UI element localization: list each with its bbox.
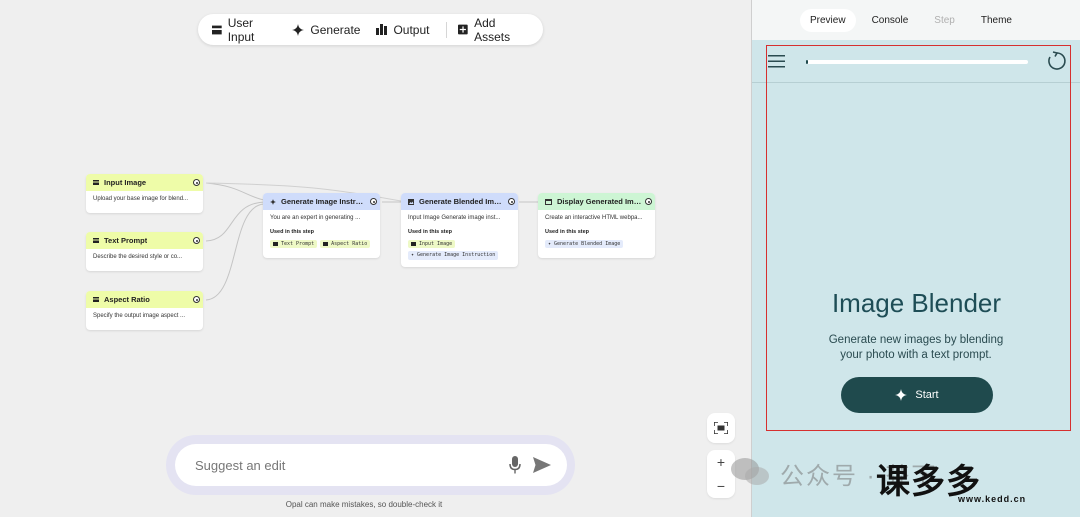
output-port[interactable] (508, 198, 515, 205)
user-input-icon (93, 180, 99, 185)
user-input-icon (93, 297, 99, 302)
start-button[interactable]: Start (841, 377, 993, 413)
chip[interactable]: ✦ Generate Image Instruction (408, 251, 499, 260)
app-subtitle: Generate new images by blending your pho… (828, 334, 1004, 361)
used-in-step-label: Used in this step (408, 228, 453, 235)
chip-list: ✦ Generate Blended Image (545, 239, 648, 249)
image-icon (408, 198, 414, 205)
chip-list: Text Prompt Aspect Ratio (270, 239, 373, 249)
sparkle-icon: ✦ (548, 240, 552, 247)
node-title: Display Generated Image in ... (557, 197, 643, 206)
node-description: You are an expert in generating ... (270, 215, 361, 221)
output-port[interactable] (370, 198, 377, 205)
tab-step[interactable]: Step (924, 9, 965, 32)
node-aspect-ratio[interactable]: Aspect Ratio Specify the output image as… (86, 291, 203, 330)
output-port[interactable] (193, 296, 200, 303)
watermark: 公众号 · 芥下 课多多 www.kedd.cn (730, 450, 1080, 510)
node-generate-image-instruction[interactable]: Generate Image Instruction You are an ex… (263, 193, 380, 258)
watermark-url: www.kedd.cn (958, 494, 1027, 504)
chip-label: Aspect Ratio (331, 240, 368, 247)
node-description: Specify the output image aspect ... (93, 313, 186, 319)
node-header: Generate Image Instruction (263, 193, 380, 210)
tab-list: Preview Console Step Theme (800, 9, 1028, 32)
progress-fill (806, 60, 809, 64)
node-header: Generate Blended Image (401, 193, 518, 210)
node-display-generated-image[interactable]: Display Generated Image in ... Create an… (538, 193, 655, 258)
chip[interactable]: Input Image (408, 239, 456, 249)
node-body: You are an expert in generating ... Used… (263, 210, 380, 253)
node-title: Text Prompt (104, 236, 148, 245)
menu-icon[interactable] (768, 55, 785, 68)
web-icon (545, 198, 552, 205)
progress-bar (806, 60, 1028, 64)
node-title: Generate Blended Image (419, 197, 505, 206)
sparkle-icon (895, 389, 908, 401)
used-in-step-label: Used in this step (545, 228, 590, 235)
node-input-image[interactable]: Input Image Upload your base image for b… (86, 174, 203, 213)
node-title: Input Image (104, 178, 147, 187)
send-icon[interactable] (533, 457, 551, 473)
node-header: Text Prompt (86, 232, 203, 249)
app-title: Image Blender (831, 288, 1002, 318)
node-description: Upload your base image for blend... (93, 196, 189, 202)
chip-label: Generate Blended Image (554, 240, 621, 247)
tab-theme[interactable]: Theme (971, 9, 1022, 32)
chip-label: Text Prompt (281, 240, 315, 247)
used-in-step-label: Used in this step (270, 228, 315, 235)
node-description: Create an interactive HTML webpa... (545, 215, 643, 221)
chip[interactable]: Text Prompt (270, 239, 318, 249)
sparkle-icon: ✦ (411, 252, 415, 259)
suggest-input[interactable] (193, 456, 497, 474)
suggest-bar (175, 444, 567, 486)
app-bar (752, 40, 1080, 83)
panel-tab-bar: Preview Console Step Theme (752, 0, 1080, 40)
node-body: Create an interactive HTML webpa... Used… (538, 210, 655, 253)
node-header: Display Generated Image in ... (538, 193, 655, 210)
chip[interactable]: Aspect Ratio (320, 239, 371, 249)
preview-panel: Preview Console Step Theme Image Blender… (751, 0, 1080, 517)
user-input-icon (323, 242, 329, 247)
node-body: Input Image Generate image inst... Used … (401, 210, 518, 265)
restart-icon[interactable] (1047, 51, 1067, 71)
chip-list: Input Image ✦ Generate Image Instruction (408, 239, 511, 260)
chip-label: Input Image (419, 240, 453, 247)
output-port[interactable] (193, 179, 200, 186)
fit-screen-icon (714, 422, 728, 434)
chip[interactable]: ✦ Generate Blended Image (545, 239, 624, 249)
tab-console[interactable]: Console (862, 9, 919, 32)
user-input-icon (93, 238, 99, 243)
chip-label: Generate Image Instruction (417, 252, 496, 259)
tab-preview[interactable]: Preview (800, 9, 856, 32)
output-port[interactable] (193, 237, 200, 244)
disclaimer-text: Opal can make mistakes, so double-check … (285, 500, 443, 509)
node-description: Describe the desired style or co... (93, 254, 183, 260)
start-label: Start (915, 389, 939, 401)
wechat-icon (731, 458, 769, 485)
node-generate-blended-image[interactable]: Generate Blended Image Input Image Gener… (401, 193, 518, 267)
spark-icon (270, 198, 276, 205)
user-input-icon (411, 242, 416, 247)
node-header: Input Image (86, 174, 203, 191)
node-title: Generate Image Instruction (281, 197, 367, 206)
fit-to-screen-button[interactable] (707, 413, 735, 443)
output-port[interactable] (645, 198, 652, 205)
node-header: Aspect Ratio (86, 291, 203, 308)
user-input-icon (273, 242, 278, 247)
node-title: Aspect Ratio (104, 295, 150, 304)
microphone-icon[interactable] (509, 456, 521, 474)
node-description: Input Image Generate image inst... (408, 215, 501, 221)
node-text-prompt[interactable]: Text Prompt Describe the desired style o… (86, 232, 203, 271)
